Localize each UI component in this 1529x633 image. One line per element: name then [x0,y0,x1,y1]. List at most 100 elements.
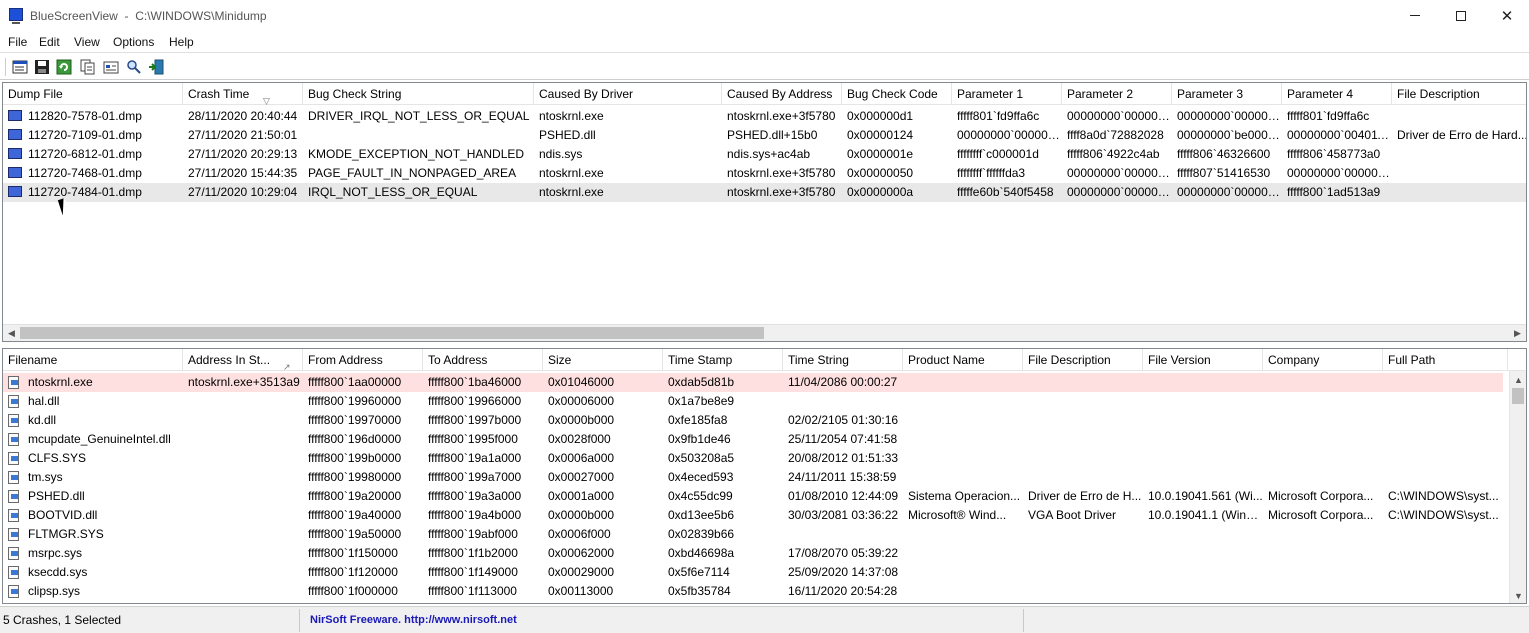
maximize-button[interactable] [1438,0,1484,31]
module-cell [183,563,303,582]
module-cell: 0x5fb35784 [668,584,731,598]
module-list-vertical-scrollbar[interactable]: ▲ ▼ [1509,371,1526,603]
crash-row[interactable]: 112720-7484-01.dmp 27/11/2020 10:29:04 IRQ… [3,183,1526,202]
col-crash-time[interactable]: Crash Time ▽ [183,83,303,105]
module-cell [183,430,303,449]
module-cell: CLFS.SYS [28,451,87,465]
maximize-icon [1456,10,1466,21]
module-cell: C:\WINDOWS\syst... [1388,508,1499,522]
col-to-address[interactable]: To Address [423,349,543,371]
module-file-icon [8,547,19,560]
scroll-right-icon[interactable]: ▶ [1509,325,1526,341]
crash-cell: fffff801`fd9ffa6c [957,109,1040,123]
save-button[interactable] [32,57,52,77]
col-filename[interactable]: Filename [3,349,183,371]
module-cell [1143,525,1263,544]
module-row[interactable]: ntoskrnl.exe ntoskrnl.exe+3513a9 fffff800`… [3,373,1503,392]
col-from-address[interactable]: From Address [303,349,423,371]
col-size[interactable]: Size [543,349,663,371]
col-address-in-stack[interactable]: Address In St... ↗ [183,349,303,371]
module-row[interactable]: BOOTVID.dll fffff800`19a40000 fffff800`19a… [3,506,1503,525]
module-row[interactable]: clipsp.sys fffff800`1f000000 fffff800`1f11… [3,582,1503,601]
scroll-left-icon[interactable]: ◀ [3,325,20,341]
scroll-thumb[interactable] [20,327,764,339]
scroll-thumb[interactable] [1512,388,1524,404]
col-file-version[interactable]: File Version [1143,349,1263,371]
crash-cell: ntoskrnl.exe [539,185,604,199]
find-button[interactable] [124,57,144,77]
crash-list-horizontal-scrollbar[interactable]: ◀ ▶ [3,324,1526,341]
col-file-description[interactable]: File Description [1023,349,1143,371]
module-cell: msrpc.sys [28,546,82,560]
module-cell: tm.sys [28,470,63,484]
module-cell [1263,411,1383,430]
module-cell: fffff800`19a4b000 [428,508,522,522]
crash-row[interactable]: 112720-7468-01.dmp 27/11/2020 15:44:35 PAG… [3,164,1526,183]
col-company[interactable]: Company [1263,349,1383,371]
copy-button[interactable] [78,57,98,77]
crash-row[interactable]: 112820-7578-01.dmp 28/11/2020 20:40:44 DRI… [3,107,1526,126]
col-dump-file[interactable]: Dump File [3,83,183,105]
module-row[interactable]: CLFS.SYS fffff800`199b0000 fffff800`19a1a0… [3,449,1503,468]
col-bug-check-code[interactable]: Bug Check Code [842,83,952,105]
col-bug-check-string[interactable]: Bug Check String [303,83,534,105]
crash-cell: Driver de Erro de Hard... [1397,128,1527,142]
menu-options[interactable]: Options [113,35,154,49]
module-cell: 02/02/2105 01:30:16 [788,413,899,427]
close-button[interactable]: ✕ [1484,0,1529,31]
module-row[interactable]: FLTMGR.SYS fffff800`19a50000 fffff800`19ab… [3,525,1503,544]
exit-button[interactable] [146,57,166,77]
crash-list-pane[interactable]: Dump File Crash Time ▽ Bug Check String C… [2,82,1527,342]
copy-icon [80,59,95,75]
col-file-description[interactable]: File Description [1392,83,1526,105]
menu-edit[interactable]: Edit [39,35,60,49]
module-row[interactable]: tm.sys fffff800`19980000 fffff800`199a7000… [3,468,1503,487]
menu-help[interactable]: Help [169,35,194,49]
crash-cell: 112720-7484-01.dmp [28,185,142,199]
scroll-up-icon[interactable]: ▲ [1510,371,1526,388]
col-parameter-3[interactable]: Parameter 3 [1172,83,1282,105]
crash-row[interactable]: 112720-7109-01.dmp 27/11/2020 21:50:01 PSH… [3,126,1526,145]
menu-view[interactable]: View [74,35,100,49]
module-cell: ntoskrnl.exe [28,375,93,389]
col-time-stamp[interactable]: Time Stamp [663,349,783,371]
menu-file[interactable]: File [8,35,27,49]
crash-row[interactable]: 112720-6812-01.dmp 27/11/2020 20:29:13 KMO… [3,145,1526,164]
module-cell: fffff800`19a3a000 [428,489,522,503]
col-time-string[interactable]: Time String [783,349,903,371]
refresh-button[interactable] [54,57,74,77]
module-row[interactable]: ksecdd.sys fffff800`1f120000 fffff800`1f14… [3,563,1503,582]
module-row[interactable]: msrpc.sys fffff800`1f150000 fffff800`1f1b2… [3,544,1503,563]
nirsoft-link[interactable]: NirSoft Freeware. http://www.nirsoft.net [306,609,1024,632]
module-row[interactable]: mcupdate_GenuineIntel.dll fffff800`196d00… [3,430,1503,449]
crash-cell: fffffe60b`540f5458 [957,185,1054,199]
find-icon [127,60,141,74]
col-parameter-4[interactable]: Parameter 4 [1282,83,1392,105]
col-caused-by-address[interactable]: Caused By Address [722,83,842,105]
col-product-name[interactable]: Product Name [903,349,1023,371]
module-cell: fffff800`1aa00000 [308,375,402,389]
module-cell [783,525,903,544]
module-cell [1383,449,1508,468]
module-list-header: Filename Address In St... ↗ From Address … [3,349,1526,371]
col-parameter-2[interactable]: Parameter 2 [1062,83,1172,105]
module-row[interactable]: PSHED.dll fffff800`19a20000 fffff800`19a3a… [3,487,1503,506]
module-cell: fffff800`19970000 [308,413,402,427]
module-row[interactable]: kd.dll fffff800`19970000 fffff800`1997b000… [3,411,1503,430]
crash-cell: ntoskrnl.exe [539,109,604,123]
module-row[interactable]: hal.dll fffff800`19960000 fffff800`1996600… [3,392,1503,411]
minimize-button[interactable] [1392,0,1438,31]
col-full-path[interactable]: Full Path [1383,349,1508,371]
module-list-pane[interactable]: Filename Address In St... ↗ From Address … [2,348,1527,604]
close-icon: ✕ [1500,7,1514,25]
properties-button[interactable] [10,57,30,77]
scroll-down-icon[interactable]: ▼ [1510,587,1526,603]
crash-cell: PAGE_FAULT_IN_NONPAGED_AREA [308,166,517,180]
col-parameter-1[interactable]: Parameter 1 [952,83,1062,105]
module-cell: Sistema Operacion... [908,489,1021,503]
module-cell: 0x9fb1de46 [668,432,731,446]
col-caused-by-driver[interactable]: Caused By Driver [534,83,722,105]
module-cell [1023,525,1143,544]
crash-cell [1392,183,1526,202]
options-button[interactable] [101,57,121,77]
